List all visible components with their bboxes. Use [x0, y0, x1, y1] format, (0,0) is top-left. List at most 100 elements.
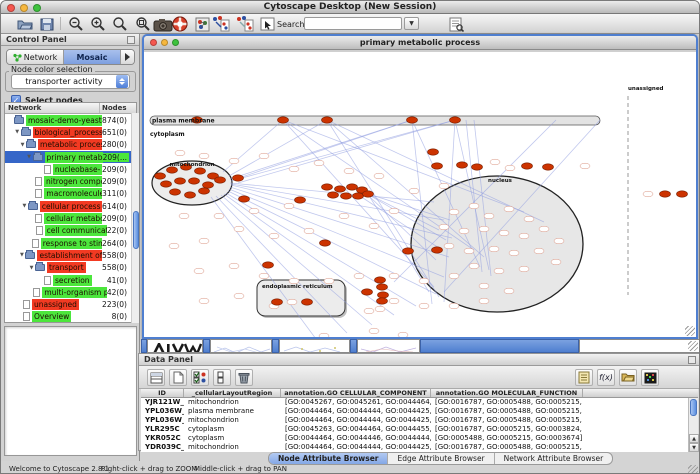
- node[interactable]: [551, 259, 561, 265]
- tab-scroll-right-button[interactable]: [121, 50, 134, 64]
- float-panel-icon[interactable]: [688, 356, 696, 364]
- node-selected-red[interactable]: [215, 177, 226, 183]
- node[interactable]: [490, 159, 500, 165]
- node-selected-red[interactable]: [335, 186, 346, 192]
- birdseye-view-panel[interactable]: [4, 326, 137, 456]
- node-selected-red[interactable]: [175, 178, 186, 184]
- node[interactable]: [643, 191, 653, 197]
- scroll-down-arrow[interactable]: ▼: [689, 443, 699, 452]
- node-selected-red[interactable]: [189, 178, 200, 184]
- node[interactable]: [314, 160, 324, 166]
- node-selected-red[interactable]: [407, 117, 418, 123]
- node[interactable]: [287, 299, 297, 305]
- edge[interactable]: [236, 120, 412, 179]
- node-selected-red[interactable]: [263, 262, 274, 268]
- tree-item-establishment-of-lo[interactable]: ▼establishment of lo558(0): [5, 249, 136, 261]
- node[interactable]: [234, 226, 244, 232]
- node-selected-red[interactable]: [377, 298, 388, 304]
- node-selected-red[interactable]: [377, 284, 388, 290]
- node-selected-red[interactable]: [375, 277, 386, 283]
- node[interactable]: [499, 230, 509, 236]
- tree-item-metabolic-process[interactable]: ▼metabolic process280(0): [5, 139, 136, 151]
- scroll-up-arrow[interactable]: ▲: [689, 434, 699, 443]
- node[interactable]: [175, 150, 185, 156]
- table-row[interactable]: YDR039C__1mitochondrion[GO:0044464, GO:0…: [141, 443, 698, 452]
- expander-icon[interactable]: ▼: [21, 203, 28, 209]
- node-selected-red[interactable]: [185, 192, 196, 198]
- node[interactable]: [398, 332, 408, 337]
- node[interactable]: [409, 188, 419, 194]
- node[interactable]: [324, 278, 334, 284]
- node-selected-red[interactable]: [272, 299, 283, 305]
- attribute-table-icon[interactable]: [147, 369, 165, 386]
- node[interactable]: [580, 163, 590, 169]
- formula-builder-icon[interactable]: f(x): [597, 369, 615, 386]
- node[interactable]: [339, 213, 349, 219]
- node[interactable]: [469, 263, 479, 269]
- node[interactable]: [319, 333, 329, 337]
- node[interactable]: [234, 293, 244, 299]
- float-panel-icon[interactable]: [127, 36, 135, 44]
- node[interactable]: [419, 303, 429, 309]
- zoom-out-icon[interactable]: [67, 15, 85, 33]
- view-resize-grip[interactable]: [685, 326, 695, 336]
- table-row[interactable]: YKR052Ccytoplasm[GO:0044464, GO:0044446,…: [141, 434, 698, 443]
- node[interactable]: [259, 273, 269, 279]
- node[interactable]: [539, 226, 549, 232]
- background-window-2[interactable]: [279, 339, 350, 353]
- node-selected-red[interactable]: [543, 164, 554, 170]
- network-view-titlebar[interactable]: primary metabolic process: [144, 36, 696, 50]
- node[interactable]: [554, 238, 564, 244]
- tree-scrollbar-thumb[interactable]: [133, 211, 139, 249]
- node-selected-red[interactable]: [199, 188, 210, 194]
- tree-item-nitrogen-compo[interactable]: nitrogen compo209(0): [5, 175, 136, 187]
- node[interactable]: [169, 243, 179, 249]
- node-selected-red[interactable]: [328, 192, 339, 198]
- node-selected-red[interactable]: [347, 184, 358, 190]
- node[interactable]: [289, 278, 299, 284]
- notes-icon[interactable]: [575, 369, 593, 386]
- node[interactable]: [375, 306, 385, 312]
- expander-icon[interactable]: ▼: [19, 142, 26, 148]
- node[interactable]: [469, 203, 479, 209]
- node-selected-red[interactable]: [457, 162, 468, 168]
- node-selected-red[interactable]: [428, 149, 439, 155]
- node-selected-red[interactable]: [278, 117, 289, 123]
- zoom-fit-icon[interactable]: [111, 15, 129, 33]
- expander-icon[interactable]: ▼: [26, 154, 33, 160]
- node[interactable]: [459, 228, 469, 234]
- zoom-in-icon[interactable]: [89, 15, 107, 33]
- node[interactable]: [344, 168, 354, 174]
- node[interactable]: [389, 273, 399, 279]
- delete-attribute-icon[interactable]: [235, 369, 253, 386]
- node[interactable]: [369, 223, 379, 229]
- node[interactable]: [284, 203, 294, 209]
- node-selected-red[interactable]: [660, 191, 671, 197]
- node[interactable]: [419, 278, 429, 284]
- help-icon[interactable]: [171, 15, 189, 33]
- node[interactable]: [484, 213, 494, 219]
- node-selected-red[interactable]: [203, 182, 214, 188]
- node[interactable]: [199, 298, 209, 304]
- node[interactable]: [494, 268, 504, 274]
- tree-item-mosaic-demo-yeast[interactable]: mosaic-demo-yeast874(0): [5, 114, 136, 126]
- tree-item-unassigned[interactable]: unassigned223(0): [5, 298, 136, 310]
- zoom-selected-icon[interactable]: [134, 15, 152, 33]
- expander-icon[interactable]: ▼: [14, 129, 21, 135]
- tree-item-nucleobase-[interactable]: nucleobase-209(0): [5, 163, 136, 175]
- node[interactable]: [439, 183, 449, 189]
- tab-network[interactable]: Network: [7, 50, 64, 64]
- node-selected-red[interactable]: [195, 168, 206, 174]
- select-attributes-icon[interactable]: [191, 369, 209, 386]
- node[interactable]: [449, 209, 459, 215]
- node-selected-red[interactable]: [432, 247, 443, 253]
- tree-item-biological-process[interactable]: ▼biological_process651(0): [5, 126, 136, 138]
- node[interactable]: [199, 153, 209, 159]
- background-window-edge[interactable]: [272, 339, 279, 353]
- import-attributes-icon[interactable]: [619, 369, 637, 386]
- node[interactable]: [449, 273, 459, 279]
- node[interactable]: [389, 298, 399, 304]
- column-header[interactable]: annotation.GO MOLECULAR_FUNCTION: [431, 389, 583, 397]
- table-scrollbar-thumb[interactable]: [690, 399, 697, 416]
- node-selected-red[interactable]: [322, 117, 333, 123]
